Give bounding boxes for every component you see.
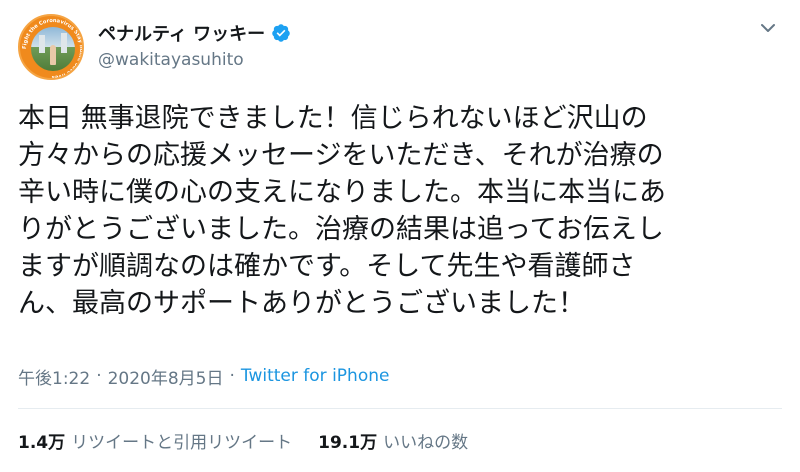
tweet-meta: 午後1:22 · 2020年8月5日 · Twitter for iPhone (18, 364, 390, 389)
tweet-time[interactable]: 午後1:22 (18, 364, 90, 389)
retweets-label[interactable]: リツイートと引用リツイート (71, 428, 292, 453)
retweets-count[interactable]: 1.4万 (18, 428, 65, 453)
tweet-date[interactable]: 2020年8月5日 (108, 364, 224, 389)
chevron-down-icon[interactable] (756, 16, 780, 40)
likes-count[interactable]: 19.1万 (318, 428, 377, 453)
divider (18, 408, 782, 409)
verified-badge-icon (272, 24, 290, 42)
tweet-stats: 1.4万 リツイートと引用リツイート 19.1万 いいねの数 (18, 428, 494, 453)
avatar-photo (31, 27, 75, 71)
likes-label[interactable]: いいねの数 (383, 428, 468, 453)
meta-separator: · (96, 366, 102, 386)
tweet-text: 本日 無事退院できました！信じられないほど沢山の 方々からの応援メッセージをいた… (18, 103, 666, 319)
meta-separator: · (229, 366, 235, 386)
tweet-source-link[interactable]: Twitter for iPhone (241, 366, 390, 386)
display-name[interactable]: ペナルティ ワッキー (98, 20, 265, 46)
author-name-row: ペナルティ ワッキー (98, 20, 291, 46)
avatar[interactable]: Fight the Coronavirus Stay home Save liv… (18, 14, 84, 80)
author-handle[interactable]: @wakitayasuhito (98, 50, 244, 70)
tweet-header: Fight the Coronavirus Stay home Save liv… (18, 14, 782, 84)
